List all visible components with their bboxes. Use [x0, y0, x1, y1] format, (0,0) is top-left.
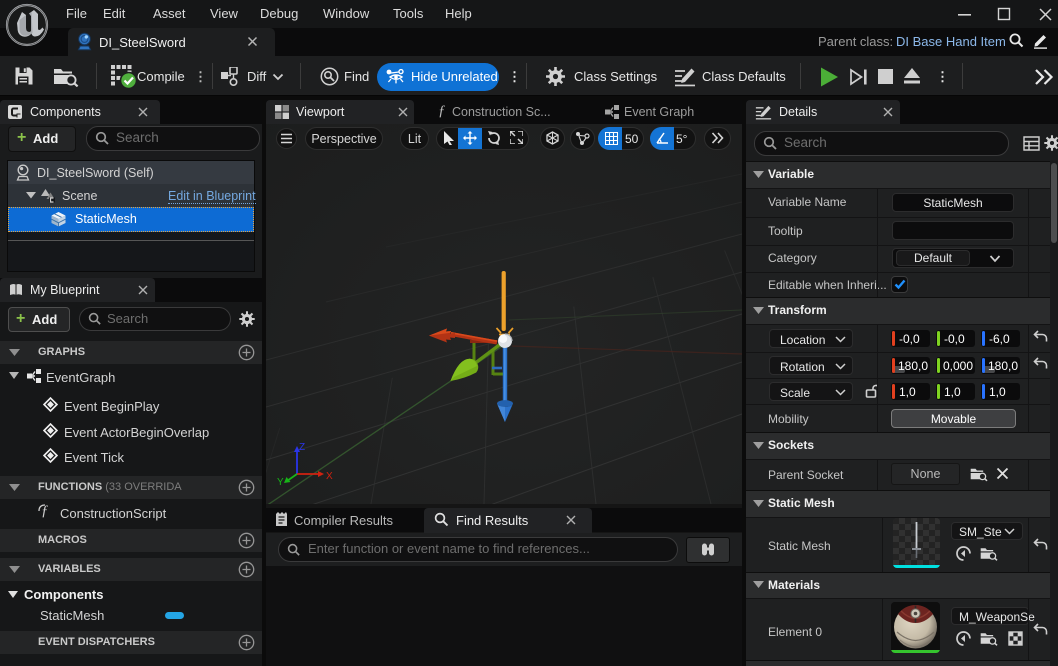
- svg-text:Y: Y: [277, 477, 284, 488]
- svg-text:X: X: [326, 471, 333, 482]
- svg-text:Z: Z: [299, 442, 305, 453]
